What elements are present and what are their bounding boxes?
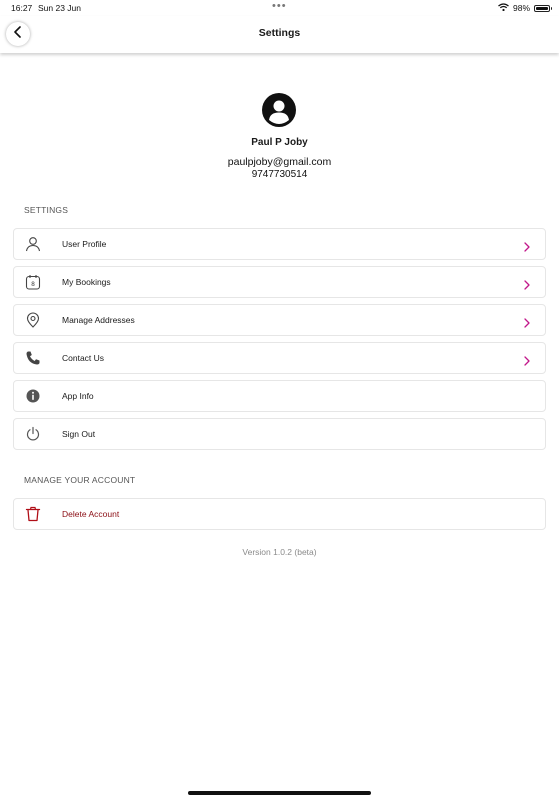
user-profile-item[interactable]: User Profile xyxy=(13,228,546,260)
info-icon xyxy=(25,388,41,404)
user-avatar-icon xyxy=(262,93,296,127)
my-bookings-item[interactable]: 8 My Bookings xyxy=(13,266,546,298)
settings-menu: User Profile 8 My Bookings Manage Addres… xyxy=(13,228,546,456)
app-info-item[interactable]: App Info xyxy=(13,380,546,412)
contact-us-item[interactable]: Contact Us xyxy=(13,342,546,374)
nav-bar: Settings xyxy=(0,16,559,53)
status-date: Sun 23 Jun xyxy=(38,3,82,13)
chevron-right-icon xyxy=(523,353,531,366)
chevron-right-icon xyxy=(523,239,531,252)
user-icon xyxy=(25,236,41,252)
phone-icon xyxy=(25,350,41,366)
trash-icon xyxy=(25,506,41,522)
menu-label: Contact Us xyxy=(62,353,105,363)
page-title: Settings xyxy=(258,27,301,39)
status-bar: 16:27 Sun 23 Jun ••• 98% xyxy=(0,0,559,16)
battery-fill xyxy=(536,6,548,10)
menu-label: Manage Addresses xyxy=(62,315,135,325)
multitasking-dots[interactable]: ••• xyxy=(272,0,287,12)
sign-out-item[interactable]: Sign Out xyxy=(13,418,546,450)
profile-name: Paul P Joby xyxy=(251,137,308,148)
battery-percent: 98% xyxy=(512,3,530,13)
wifi-icon xyxy=(498,3,509,13)
manage-addresses-item[interactable]: Manage Addresses xyxy=(13,304,546,336)
status-right: 98% xyxy=(498,3,552,13)
chevron-right-icon xyxy=(523,277,531,290)
chevron-right-icon xyxy=(523,315,531,328)
status-time: 16:27 xyxy=(11,3,33,13)
account-section-header: MANAGE YOUR ACCOUNT xyxy=(24,475,136,485)
calendar-day: 8 xyxy=(31,281,35,288)
profile-email: paulpjoby@gmail.com xyxy=(227,156,332,168)
power-icon xyxy=(25,426,41,442)
menu-label: My Bookings xyxy=(62,277,111,287)
location-pin-icon xyxy=(25,312,41,328)
profile-phone: 9747730514 xyxy=(251,169,308,180)
menu-label: Sign Out xyxy=(62,429,96,439)
delete-account-item[interactable]: Delete Account xyxy=(13,498,546,530)
version-text: Version 1.0.2 (beta) xyxy=(242,547,317,557)
calendar-icon: 8 xyxy=(25,274,41,290)
home-indicator[interactable] xyxy=(188,791,371,795)
menu-label: App Info xyxy=(62,391,94,401)
menu-label: User Profile xyxy=(62,239,107,249)
menu-label: Delete Account xyxy=(62,509,120,519)
settings-section-header: SETTINGS xyxy=(24,205,69,215)
battery-icon xyxy=(534,4,552,12)
account-menu: Delete Account xyxy=(13,498,546,536)
